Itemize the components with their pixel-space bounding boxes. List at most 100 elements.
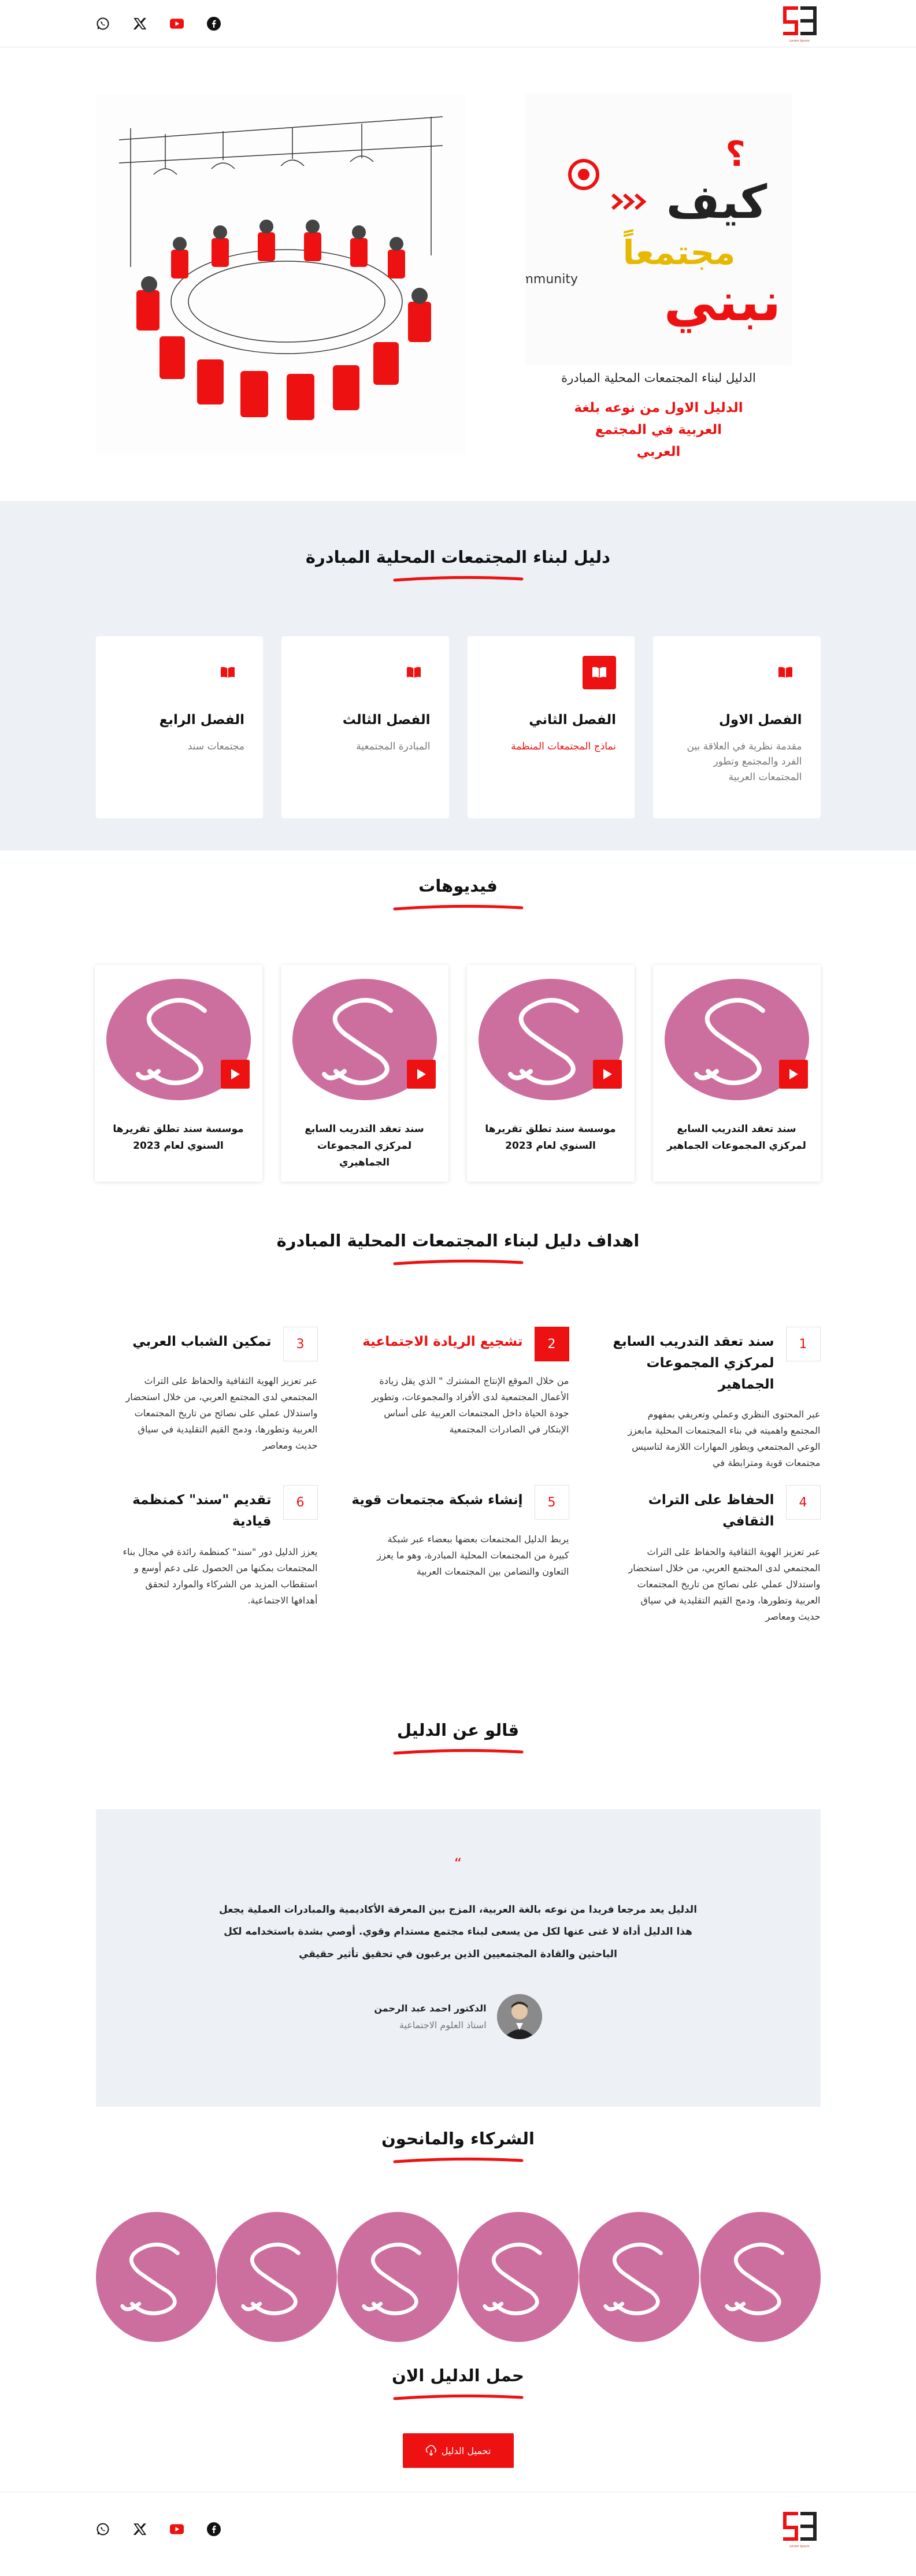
chapter-title: الفصل الرابع xyxy=(159,712,244,727)
goal-desc: عبر المحتوى النظري وعملي وتعريفي بمفهوم … xyxy=(628,1409,821,1469)
goal-desc: عبر تعزيز الهوية الثقافية والحفاظ على ال… xyxy=(628,1546,821,1622)
goal-desc: يربط الدليل المجتمعات بعضها ببعضاء عبر ش… xyxy=(377,1534,569,1577)
placeholder-logo-icon xyxy=(694,998,765,1085)
chapter-title: الفصل الثالث xyxy=(342,712,431,727)
play-icon[interactable] xyxy=(406,1060,436,1089)
goal-number: 1 xyxy=(785,1327,821,1361)
video-card[interactable]: موسسة سند تطلق تقريرها السنوي لعام 2023 xyxy=(466,965,635,1182)
youtube-icon[interactable] xyxy=(169,17,184,31)
cover-word-mujtama: مجتمعاً xyxy=(622,229,735,272)
video-card[interactable]: سند تعقد التدريب السابع لمركزي المجموعات… xyxy=(280,965,448,1182)
chapter-desc: مقدمة نظرية في العلاقة بين الفرد والمجتم… xyxy=(687,741,802,783)
cover-word-community: Community xyxy=(526,272,578,287)
download-icon xyxy=(425,2445,436,2456)
goal-desc: يعزز الدليل دور "سند" كمنظمة رائدة في مج… xyxy=(123,1546,318,1606)
partner-logo[interactable] xyxy=(700,2212,821,2342)
partners-section: الشركاء والمانحون xyxy=(0,2120,916,2366)
goal-number: 2 xyxy=(534,1327,569,1361)
book-icon xyxy=(769,656,802,689)
partner-logo[interactable] xyxy=(216,2212,337,2342)
play-icon[interactable] xyxy=(592,1060,622,1089)
author-name: الدكتور احمد عبد الرحمن xyxy=(374,2002,487,2014)
placeholder-logo-icon xyxy=(321,998,393,1085)
goal-title: إنشاء شبكة مجتمعات قوية xyxy=(351,1493,523,1508)
chapter-desc: المبادرة المجتمعية xyxy=(356,741,431,752)
svg-text:؟: ؟ xyxy=(725,134,746,175)
logo-mark-icon xyxy=(783,2511,817,2541)
chapter-card[interactable]: الفصل الاول مقدمة نظرية في العلاقة بين ا… xyxy=(653,636,821,818)
logo-caption: Lorem Ipsum xyxy=(789,39,810,43)
chapters-title: دليل لبناء المجتمعات المحلية المبادرة xyxy=(305,547,611,567)
site-header: Lorem Ipsum xyxy=(0,0,916,47)
title-underline-icon xyxy=(393,576,523,582)
goal-item: 5 إنشاء شبكة مجتمعات قوية يربط الدليل الم… xyxy=(347,1485,569,1625)
play-icon[interactable] xyxy=(778,1060,808,1089)
title-underline-icon xyxy=(393,2157,523,2163)
videos-title: فيديوهات xyxy=(418,876,498,896)
facebook-icon[interactable] xyxy=(206,17,221,31)
goal-title: سند تعقد التدريب السابع لمركزي المجموعات… xyxy=(613,1334,774,1392)
quote-icon: “ xyxy=(454,1855,462,1873)
whatsapp-icon[interactable] xyxy=(96,17,110,31)
logo-caption: Lorem Ipsum xyxy=(789,2544,810,2548)
book-icon xyxy=(397,656,431,689)
footer-logo[interactable]: Lorem Ipsum xyxy=(779,2508,821,2550)
partner-logo[interactable] xyxy=(579,2212,700,2342)
hero-text-block: كيف مجتمعاً نبني Community ؟ الدليل لبنا… xyxy=(497,94,821,501)
chapter-title: الفصل الاول xyxy=(718,712,802,727)
cover-word-nabni: نبني xyxy=(663,271,781,333)
chapter-card[interactable]: الفصل الثالث المبادرة المجتمعية xyxy=(281,636,449,818)
chapter-desc: نماذج المجتمعات المنظمة xyxy=(511,741,616,752)
title-underline-icon xyxy=(393,1259,523,1265)
goals-title: اهداف دليل لبناء المجتمعات المحلية المبا… xyxy=(276,1231,640,1250)
goal-title: تمكين الشباب العربي xyxy=(132,1334,272,1349)
chapters-section: دليل لبناء المجتمعات المحلية المبادرة ال… xyxy=(0,501,916,851)
testimonials-section: قالو عن الدليل “ الدليل يعد مرجعا فريدا … xyxy=(0,1709,916,2120)
goal-item: 3 تمكين الشباب العربي عبر تعزيز الهوية ال… xyxy=(95,1327,318,1471)
placeholder-logo-icon xyxy=(507,998,579,1085)
avatar xyxy=(496,1994,542,2039)
youtube-icon[interactable] xyxy=(169,2522,184,2536)
placeholder-logo-icon xyxy=(135,998,207,1085)
footer-social-links xyxy=(96,2522,221,2536)
chapter-cards: الفصل الاول مقدمة نظرية في العلاقة بين ا… xyxy=(95,636,821,818)
download-title: حمل الدليل الان xyxy=(392,2366,524,2385)
hero-illustration xyxy=(95,94,466,455)
chapter-card[interactable]: الفصل الرابع مجتمعات سند xyxy=(95,636,263,818)
video-thumbnail[interactable] xyxy=(664,979,809,1100)
author-role: استاذ العلوم الاجتماعية xyxy=(399,2019,487,2031)
site-footer: Lorem Ipsum xyxy=(0,2492,916,2566)
partner-logo[interactable] xyxy=(337,2212,458,2342)
title-underline-icon xyxy=(393,1749,523,1755)
partner-logos xyxy=(95,2212,821,2342)
video-title: سند تعقد التدريب السابع لمركزي المجموعات… xyxy=(667,1123,806,1152)
play-icon[interactable] xyxy=(220,1060,250,1089)
goal-title: الحفاظ على التراث الثقافي xyxy=(648,1493,774,1530)
book-icon xyxy=(211,656,244,689)
goal-item: 1 سند تعقد التدريب السابع لمركزي المجموعا… xyxy=(598,1327,821,1471)
partners-title: الشركاء والمانحون xyxy=(381,2129,535,2148)
video-thumbnail[interactable] xyxy=(292,979,437,1100)
video-card[interactable]: سند تعقد التدريب السابع لمركزي المجموعات… xyxy=(652,965,821,1182)
goal-number: 5 xyxy=(534,1485,569,1520)
video-thumbnail[interactable] xyxy=(106,979,251,1100)
partner-logo[interactable] xyxy=(95,2212,216,2342)
whatsapp-icon[interactable] xyxy=(96,2522,110,2536)
video-thumbnail[interactable] xyxy=(478,979,623,1100)
testimonials-title: قالو عن الدليل xyxy=(396,1720,520,1740)
goal-number: 6 xyxy=(283,1485,318,1520)
video-title: موسسة سند تطلق تقريرها السنوي لعام 2023 xyxy=(113,1123,244,1152)
hero-section: كيف مجتمعاً نبني Community ؟ الدليل لبنا… xyxy=(0,47,916,501)
site-logo[interactable]: Lorem Ipsum xyxy=(779,3,821,44)
partner-logo[interactable] xyxy=(458,2212,579,2342)
facebook-icon[interactable] xyxy=(206,2522,221,2536)
book-cover-art: كيف مجتمعاً نبني Community ؟ xyxy=(504,94,792,365)
download-button[interactable]: تحميل الدليل xyxy=(402,2433,514,2468)
testimonial-card: “ الدليل يعد مرجعا فريدا من نوعه بالغة ا… xyxy=(95,1809,821,2107)
x-icon[interactable] xyxy=(133,17,147,31)
chapter-card[interactable]: الفصل الثاني نماذج المجتمعات المنظمة xyxy=(467,636,635,818)
x-icon[interactable] xyxy=(133,2522,147,2536)
hero-highlight: الدليل الاول من نوعه بلغة العربية في الم… xyxy=(574,400,743,459)
video-card[interactable]: موسسة سند تطلق تقريرها السنوي لعام 2023 xyxy=(94,965,262,1182)
download-button-label: تحميل الدليل xyxy=(441,2445,491,2456)
